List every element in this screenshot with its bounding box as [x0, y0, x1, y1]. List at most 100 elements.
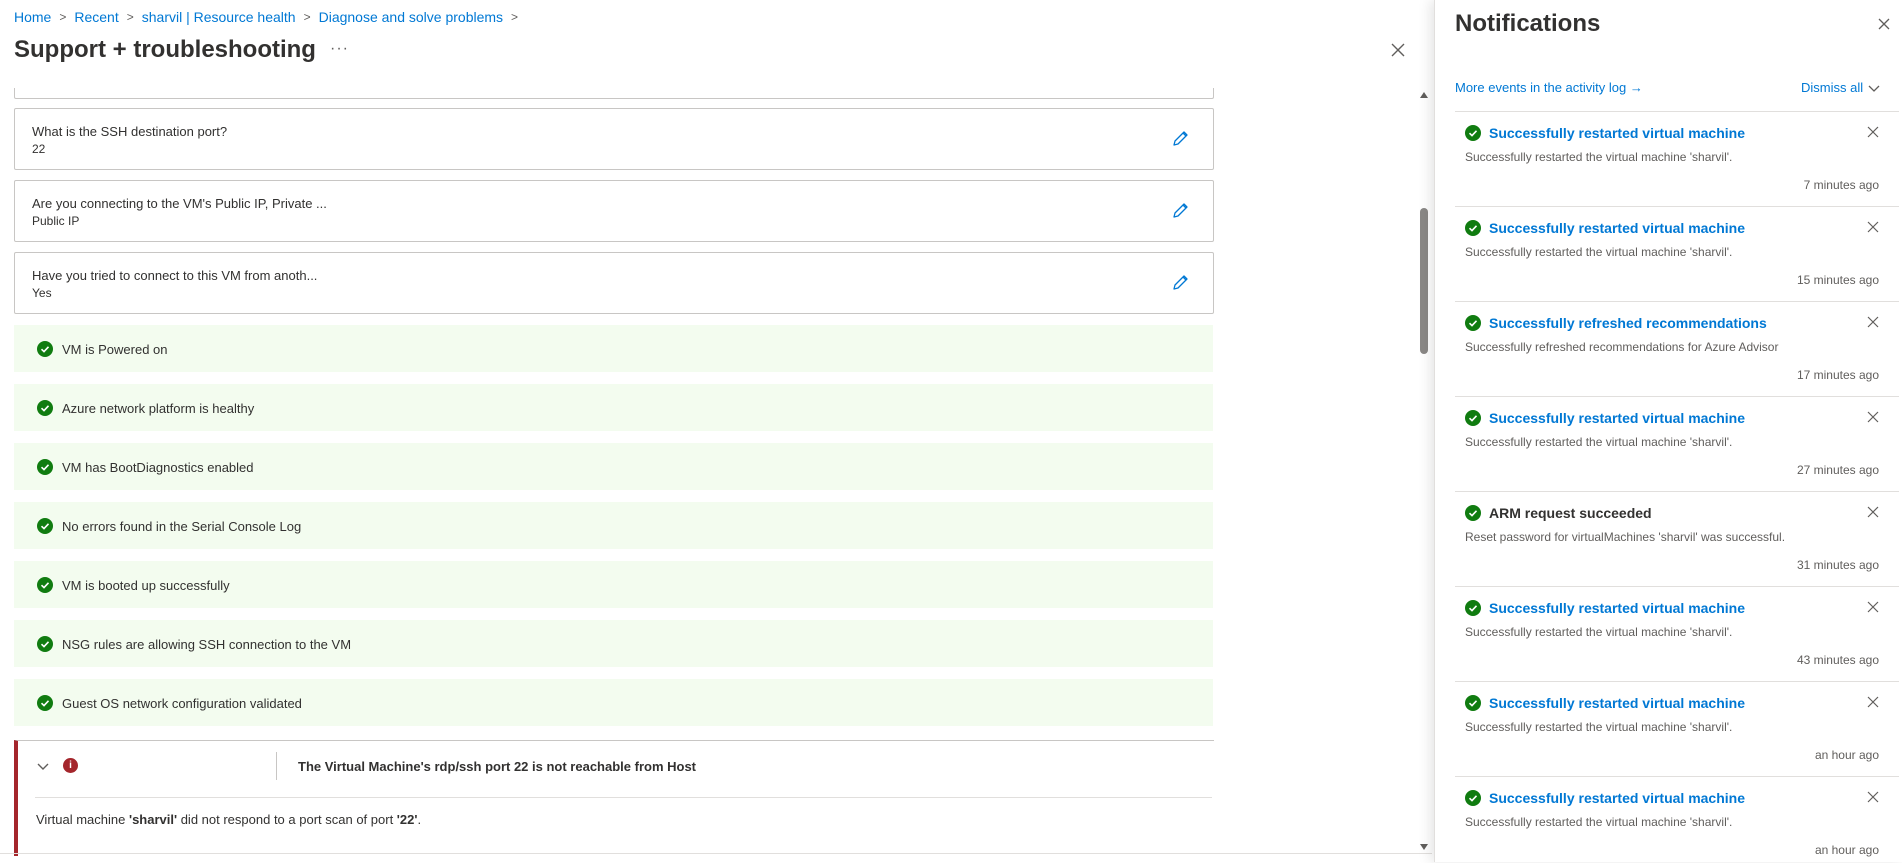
- dismiss-all-button[interactable]: Dismiss all: [1801, 80, 1863, 95]
- notification-item: Successfully refreshed recommendations S…: [1455, 301, 1899, 396]
- notification-time: 31 minutes ago: [1796, 558, 1879, 572]
- close-icon[interactable]: [1867, 695, 1879, 708]
- pencil-icon[interactable]: [1171, 200, 1191, 220]
- question-card: Have you tried to connect to this VM fro…: [14, 252, 1214, 314]
- notification-item: ARM request succeeded Reset password for…: [1455, 491, 1899, 586]
- check-circle-icon: [37, 341, 53, 357]
- notification-title[interactable]: Successfully restarted virtual machine: [1489, 600, 1745, 616]
- notification-item: Successfully restarted virtual machine S…: [1455, 776, 1899, 862]
- check-circle-icon: [1465, 125, 1481, 141]
- notification-body: Successfully restarted the virtual machi…: [1465, 245, 1733, 259]
- question-text: Have you tried to connect to this VM fro…: [32, 268, 318, 283]
- divider: [35, 797, 1212, 798]
- chevron-right-icon: >: [59, 10, 67, 24]
- error-desc-middle: did not respond to a port scan of port: [177, 812, 397, 827]
- close-icon[interactable]: [1867, 600, 1879, 613]
- breadcrumb-diagnose[interactable]: Diagnose and solve problems: [319, 9, 503, 25]
- scroll-up-icon[interactable]: [1420, 92, 1428, 98]
- check-circle-icon: [1465, 315, 1481, 331]
- divider: [276, 752, 277, 780]
- more-options-button[interactable]: ···: [330, 40, 349, 58]
- notification-item: Successfully restarted virtual machine S…: [1455, 586, 1899, 681]
- check-result-text: VM has BootDiagnostics enabled: [62, 460, 254, 475]
- notification-title[interactable]: Successfully restarted virtual machine: [1489, 695, 1745, 711]
- question-card: Are you connecting to the VM's Public IP…: [14, 180, 1214, 242]
- notification-item: Successfully restarted virtual machine S…: [1455, 396, 1899, 491]
- close-icon[interactable]: [1388, 40, 1408, 60]
- notification-title[interactable]: Successfully restarted virtual machine: [1489, 220, 1745, 236]
- check-result-text: No errors found in the Serial Console Lo…: [62, 519, 302, 534]
- notification-body: Reset password for virtualMachines 'shar…: [1465, 530, 1786, 544]
- close-icon[interactable]: [1867, 505, 1879, 518]
- notification-time: 7 minutes ago: [1803, 178, 1879, 192]
- close-icon[interactable]: [1867, 125, 1879, 138]
- check-result-row: NSG rules are allowing SSH connection to…: [14, 620, 1213, 667]
- answer-text: 22: [32, 142, 46, 156]
- main-blade: Home > Recent > sharvil | Resource healt…: [0, 0, 1432, 862]
- answer-text: Yes: [32, 286, 52, 300]
- check-result-text: VM is booted up successfully: [62, 578, 230, 593]
- check-circle-icon: [1465, 505, 1481, 521]
- pencil-icon[interactable]: [1171, 128, 1191, 148]
- troubleshooting-content: What is the SSH destination port? 22 Are…: [14, 88, 1214, 856]
- check-result-text: NSG rules are allowing SSH connection to…: [62, 637, 352, 652]
- page-title: Support + troubleshooting: [14, 36, 316, 63]
- pencil-icon[interactable]: [1171, 272, 1191, 292]
- check-result-row: No errors found in the Serial Console Lo…: [14, 502, 1213, 549]
- notification-title[interactable]: Successfully restarted virtual machine: [1489, 125, 1745, 141]
- notification-body: Successfully refreshed recommendations f…: [1465, 340, 1779, 354]
- check-result-text: Azure network platform is healthy: [62, 401, 255, 416]
- close-icon[interactable]: [1867, 315, 1879, 328]
- check-result-row: VM is Powered on: [14, 325, 1213, 372]
- notification-body: Successfully restarted the virtual machi…: [1465, 720, 1733, 734]
- notification-body: Successfully restarted the virtual machi…: [1465, 625, 1733, 639]
- close-icon[interactable]: [1867, 410, 1879, 423]
- activity-log-link[interactable]: More events in the activity log →: [1455, 80, 1643, 95]
- check-result-row: VM is booted up successfully: [14, 561, 1213, 608]
- notifications-panel: Notifications More events in the activit…: [1434, 0, 1902, 862]
- check-circle-icon: [1465, 790, 1481, 806]
- check-result-text: Guest OS network configuration validated: [62, 696, 302, 711]
- breadcrumb-recent[interactable]: Recent: [74, 9, 118, 25]
- error-info-icon: i: [63, 758, 78, 773]
- notification-time: an hour ago: [1814, 748, 1879, 762]
- breadcrumb-resource-health[interactable]: sharvil | Resource health: [142, 9, 296, 25]
- notification-body: Successfully restarted the virtual machi…: [1465, 435, 1733, 449]
- check-circle-icon: [37, 518, 53, 534]
- breadcrumb-home[interactable]: Home: [14, 9, 51, 25]
- notification-time: 27 minutes ago: [1796, 463, 1879, 477]
- notification-item: Successfully restarted virtual machine S…: [1455, 111, 1899, 206]
- chevron-right-icon: >: [126, 10, 134, 24]
- check-circle-icon: [1465, 220, 1481, 236]
- error-desc-port: '22': [396, 812, 418, 827]
- check-circle-icon: [37, 459, 53, 475]
- vertical-scrollbar[interactable]: [1418, 92, 1430, 850]
- error-title: The Virtual Machine's rdp/ssh port 22 is…: [298, 759, 696, 774]
- check-circle-icon: [1465, 410, 1481, 426]
- notification-title[interactable]: Successfully restarted virtual machine: [1489, 790, 1745, 806]
- scrollbar-thumb[interactable]: [1420, 208, 1428, 354]
- notification-body: Successfully restarted the virtual machi…: [1465, 815, 1733, 829]
- notification-time: an hour ago: [1814, 843, 1879, 857]
- close-icon[interactable]: [1876, 16, 1892, 32]
- answer-text: Public IP: [32, 214, 80, 228]
- check-circle-icon: [1465, 600, 1481, 616]
- error-result-card: i The Virtual Machine's rdp/ssh port 22 …: [14, 740, 1214, 856]
- notification-title[interactable]: Successfully refreshed recommendations: [1489, 315, 1767, 331]
- check-result-row: Guest OS network configuration validated: [14, 679, 1213, 726]
- chevron-down-icon[interactable]: [35, 758, 51, 774]
- close-icon[interactable]: [1867, 790, 1879, 803]
- check-result-row: Azure network platform is healthy: [14, 384, 1213, 431]
- question-text: What is the SSH destination port?: [32, 124, 228, 139]
- notification-time: 17 minutes ago: [1796, 368, 1879, 382]
- scroll-down-icon[interactable]: [1420, 844, 1428, 850]
- check-circle-icon: [37, 695, 53, 711]
- question-card: What is the SSH destination port? 22: [14, 108, 1214, 170]
- breadcrumb: Home > Recent > sharvil | Resource healt…: [14, 8, 526, 26]
- notifications-title: Notifications: [1455, 10, 1601, 37]
- error-description: Virtual machine 'sharvil' did not respon…: [36, 812, 421, 827]
- close-icon[interactable]: [1867, 220, 1879, 233]
- chevron-down-icon[interactable]: [1867, 81, 1881, 95]
- chevron-right-icon: >: [511, 10, 519, 24]
- notification-title[interactable]: Successfully restarted virtual machine: [1489, 410, 1745, 426]
